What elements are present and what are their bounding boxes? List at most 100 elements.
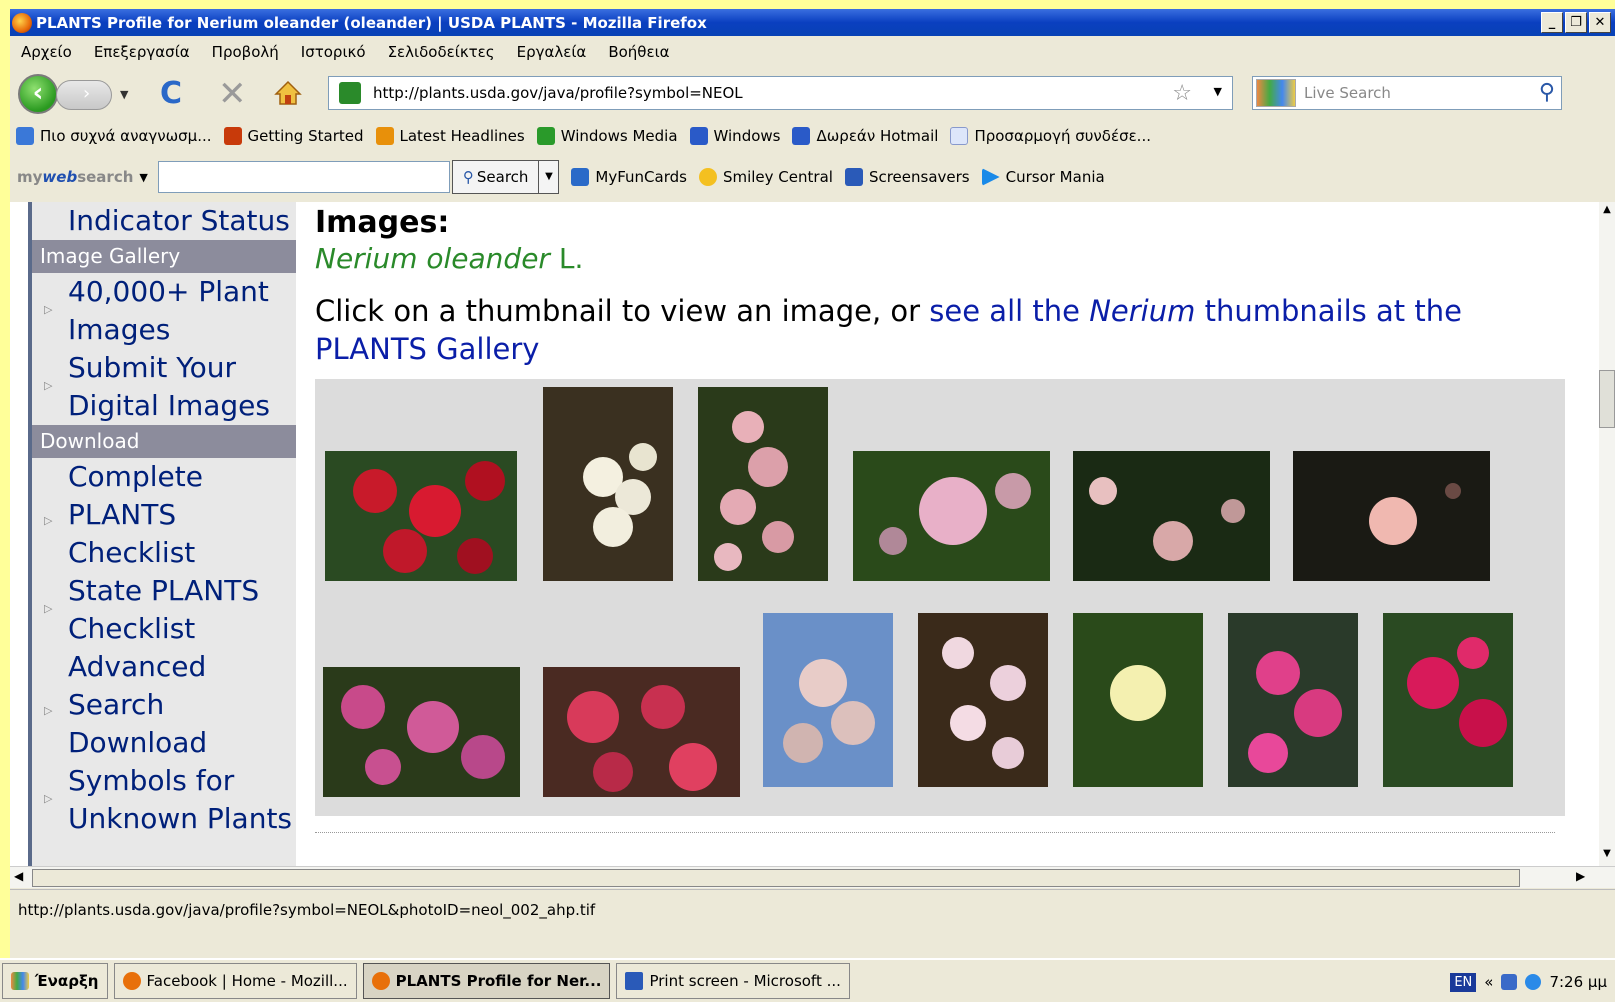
back-button[interactable]: ‹ <box>18 74 58 114</box>
tool-screensavers[interactable]: Screensavers <box>844 168 970 186</box>
thumbnail-image[interactable] <box>1073 451 1270 581</box>
bookmark-label: Windows <box>713 127 781 145</box>
page-heading: Images: <box>315 205 450 240</box>
home-icon[interactable] <box>274 80 302 106</box>
thumbnail-image[interactable] <box>543 667 740 797</box>
search-engine-icon[interactable] <box>1256 79 1296 107</box>
section-image-gallery: Image Gallery <box>32 240 296 273</box>
minimize-button[interactable]: _ <box>1541 12 1563 33</box>
most-visited-icon <box>16 127 34 145</box>
bookmark-most-visited[interactable]: Πιο συχνά αναγνωσμ... <box>16 127 212 145</box>
url-dropdown-icon[interactable]: ▼ <box>1214 85 1222 98</box>
language-indicator[interactable]: EN <box>1450 972 1477 992</box>
close-button[interactable]: ✕ <box>1589 12 1611 33</box>
task-facebook[interactable]: Facebook | Home - Mozill... <box>113 963 357 999</box>
bookmark-customize-links[interactable]: Προσαρμογή συνδέσε... <box>950 127 1151 145</box>
bookmark-label: Latest Headlines <box>399 127 525 145</box>
thumbnail-image[interactable] <box>853 451 1050 581</box>
clock: 7:26 μμ <box>1549 973 1607 991</box>
menu-help[interactable]: Βοήθεια <box>608 43 669 61</box>
menu-view[interactable]: Προβολή <box>212 43 279 61</box>
scientific-name: Nerium oleander L. <box>315 240 1565 278</box>
thumbnail-image[interactable] <box>918 613 1048 787</box>
logo-part: web <box>42 168 78 186</box>
tray-expand-icon[interactable]: « <box>1484 973 1493 991</box>
thumbnail-image[interactable] <box>1073 613 1203 787</box>
menu-tools[interactable]: Εργαλεία <box>517 43 587 61</box>
nav-text: Images <box>68 313 171 346</box>
bookmark-windows[interactable]: Windows <box>689 127 781 145</box>
tool-cursor-mania[interactable]: Cursor Mania <box>981 168 1105 186</box>
search-bar[interactable]: Live Search ⚲ <box>1252 76 1562 110</box>
horizontal-scroll-thumb[interactable] <box>32 869 1520 887</box>
menu-bookmarks[interactable]: Σελιδοδείκτες <box>388 43 495 61</box>
stop-icon[interactable]: ✕ <box>218 74 247 114</box>
menu-file[interactable]: Αρχείο <box>21 43 72 61</box>
nav-submit-images[interactable]: ▷ Submit Your Digital Images <box>32 349 296 425</box>
page-content: Indicator Status Image Gallery ▷ 40,000+ … <box>10 202 1615 866</box>
nav-complete-checklist[interactable]: ▷ Complete PLANTS Checklist <box>32 458 296 572</box>
thumbnail-image[interactable] <box>1293 451 1490 581</box>
menu-edit[interactable]: Επεξεργασία <box>94 43 190 61</box>
mywebsearch-toolbar: mywebsearch ▼ ⚲ Search ▼ MyFunCards Smile… <box>10 154 1615 200</box>
nav-text: Advanced <box>68 650 207 683</box>
help-icon[interactable] <box>1525 974 1542 990</box>
bookmark-getting-started[interactable]: Getting Started <box>223 127 364 145</box>
thumbnail-image[interactable] <box>325 451 517 581</box>
firefox-icon <box>122 972 141 990</box>
mywebsearch-input[interactable] <box>157 161 450 193</box>
nav-text: Search <box>68 688 165 721</box>
horizontal-scrollbar[interactable]: ◀ ▶ <box>10 866 1615 888</box>
bullet-icon: ▷ <box>44 792 53 805</box>
thumbnail-image[interactable] <box>698 387 828 581</box>
nav-text: 40,000+ Plant <box>68 275 269 308</box>
tool-smiley-central[interactable]: Smiley Central <box>698 168 833 186</box>
url-text: http://plants.usda.gov/java/profile?symb… <box>373 84 743 102</box>
history-dropdown-icon[interactable]: ▼ <box>120 88 128 101</box>
maximize-button[interactable]: ❐ <box>1565 12 1587 33</box>
scroll-up-icon[interactable]: ▲ <box>1599 204 1615 220</box>
scroll-left-icon[interactable]: ◀ <box>14 869 23 883</box>
nav-advanced-search[interactable]: ▷ Advanced Search Download <box>32 648 296 762</box>
tool-myfuncards[interactable]: MyFunCards <box>571 168 687 186</box>
page-icon <box>950 127 969 145</box>
bookmark-label: Προσαρμογή συνδέσε... <box>974 127 1151 145</box>
menu-history[interactable]: Ιστορικό <box>301 43 366 61</box>
bookmark-hotmail[interactable]: Δωρεάν Hotmail <box>792 127 938 145</box>
chevron-down-icon[interactable]: ▼ <box>139 171 147 184</box>
search-icon[interactable]: ⚲ <box>1539 80 1555 105</box>
vertical-scrollbar[interactable]: ▲ ▼ <box>1599 202 1615 866</box>
thumbnail-image[interactable] <box>763 613 893 787</box>
nav-indicator-status[interactable]: Indicator Status <box>32 202 296 240</box>
bookmark-star-icon[interactable]: ☆ <box>1172 81 1192 106</box>
scroll-right-icon[interactable]: ▶ <box>1576 869 1585 883</box>
bookmark-windows-media[interactable]: Windows Media <box>536 127 678 145</box>
bullet-icon: ▷ <box>44 514 53 527</box>
firefox-icon <box>12 12 32 33</box>
thumbnail-image[interactable] <box>1383 613 1513 787</box>
mywebsearch-search-button[interactable]: ⚲ Search <box>451 160 540 194</box>
task-plants-profile[interactable]: PLANTS Profile for Ner... <box>362 963 611 999</box>
card-icon <box>571 168 590 186</box>
nav-plant-images[interactable]: ▷ 40,000+ Plant Images <box>32 273 296 349</box>
bookmark-latest-headlines[interactable]: Latest Headlines <box>375 127 525 145</box>
vertical-scroll-thumb[interactable] <box>1599 370 1615 428</box>
task-print-screen[interactable]: Print screen - Microsoft ... <box>616 963 850 999</box>
network-icon[interactable] <box>1501 974 1518 990</box>
forward-button[interactable]: › <box>56 80 112 110</box>
monitor-icon <box>844 168 863 186</box>
nav-state-checklist[interactable]: ▷ State PLANTS Checklist <box>32 572 296 648</box>
mywebsearch-logo[interactable]: mywebsearch <box>17 168 133 186</box>
thumbnail-image[interactable] <box>1228 613 1358 787</box>
scroll-down-icon[interactable]: ▼ <box>1599 848 1615 864</box>
start-button[interactable]: Έναρξη <box>2 963 108 999</box>
reload-icon[interactable]: C <box>160 76 182 111</box>
site-favicon <box>339 82 361 104</box>
url-bar[interactable]: http://plants.usda.gov/java/profile?symb… <box>328 76 1233 110</box>
chevron-down-icon[interactable]: ▼ <box>539 160 560 194</box>
thumbnail-image[interactable] <box>543 387 673 581</box>
thumbnail-image[interactable] <box>323 667 520 797</box>
nav-text: Complete <box>68 460 203 493</box>
nav-unknown-symbols[interactable]: ▷ Symbols for Unknown Plants <box>32 762 296 838</box>
word-icon <box>625 972 644 990</box>
